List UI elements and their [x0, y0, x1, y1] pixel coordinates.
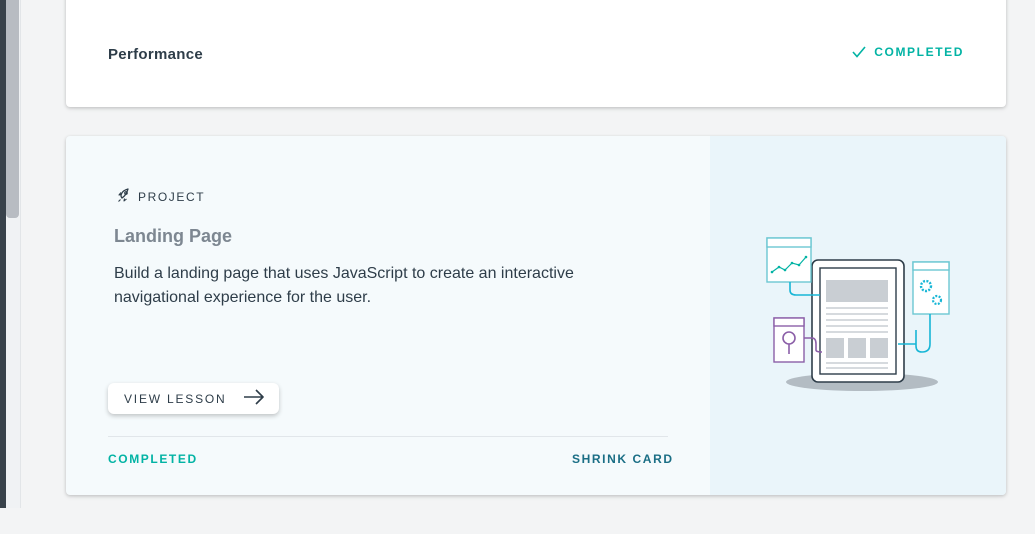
project-status: COMPLETED [108, 452, 198, 466]
shrink-card-link[interactable]: SHRINK CARD [572, 452, 674, 466]
checkmark-icon [852, 46, 866, 58]
view-lesson-button[interactable]: VIEW LESSON [108, 383, 279, 414]
project-type-label: PROJECT [116, 186, 205, 207]
card-divider [108, 436, 668, 437]
left-rail [0, 0, 21, 508]
tablet-webpage-illustration [766, 237, 950, 391]
project-title: Landing Page [114, 226, 233, 246]
scrollbar-thumb[interactable] [6, 0, 19, 218]
view-lesson-label: VIEW LESSON [124, 391, 227, 406]
status-badge: COMPLETED [852, 45, 964, 59]
status-text: COMPLETED [874, 45, 964, 59]
project-type-text: PROJECT [138, 189, 206, 204]
project-description: Build a landing page that uses JavaScrip… [114, 265, 574, 306]
card-title: Performance [108, 46, 204, 63]
arrow-right-icon [243, 389, 265, 408]
rocket-icon [116, 186, 134, 207]
performance-card[interactable]: Performance COMPLETED [66, 0, 1006, 107]
